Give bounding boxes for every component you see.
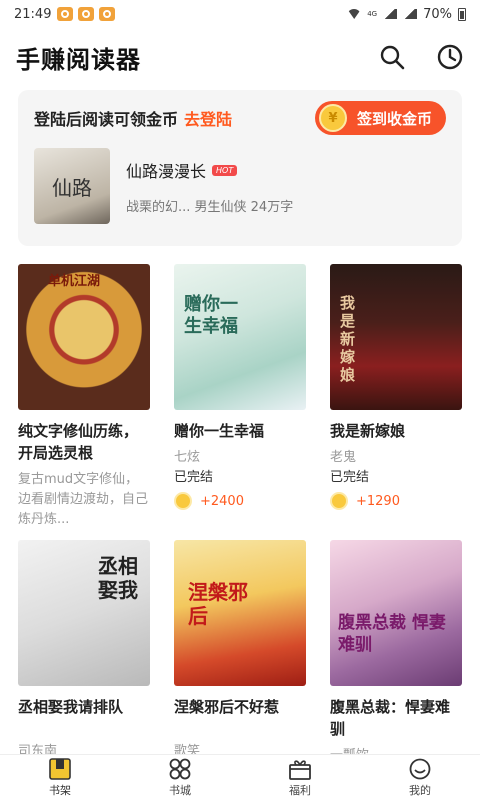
coin-icon <box>330 492 348 510</box>
recommended-title: 仙路漫漫长 <box>126 162 207 181</box>
coin-icon <box>174 492 192 510</box>
cover-text: 单机江湖 <box>48 274 101 289</box>
grid-icon <box>169 758 191 779</box>
book-card[interactable]: 腹黑总裁 悍妻难驯 腹黑总裁：悍妻难驯 一瓢饮 <box>330 540 462 766</box>
book-title: 我是新嫁娘 <box>330 422 406 440</box>
recommended-meta: 战栗的幻... 男生仙侠 24万字 <box>126 200 294 215</box>
book-card[interactable]: 我是新嫁娘 我是新嫁娘 老鬼 已完结 +1290 <box>330 264 462 510</box>
history-clock-icon[interactable] <box>436 43 464 71</box>
book-cover: 单机江湖 <box>18 264 150 410</box>
book-title: 涅槃邪后不好惹 <box>174 698 280 716</box>
book-author: 七炫 <box>174 450 201 465</box>
tab-label: 书城 <box>169 783 191 797</box>
book-cover: 仙路 <box>34 148 110 224</box>
tab-welfare[interactable]: 福利 <box>260 755 340 800</box>
cover-text: 丞相娶我 <box>98 554 138 602</box>
search-icon[interactable] <box>378 43 406 71</box>
tab-label: 书架 <box>49 783 71 797</box>
book-status: 已完结 <box>174 470 214 485</box>
cover-text: 腹黑总裁 悍妻难驯 <box>338 613 446 655</box>
book-cover: 腹黑总裁 悍妻难驯 <box>330 540 462 686</box>
book-coins: +2400 <box>174 492 306 510</box>
login-card: 登陆后阅读可领金币 去登陆 ¥ 签到收金币 仙路 仙路漫漫长 HOT 战栗的幻.… <box>18 90 462 246</box>
book-title: 腹黑总裁：悍妻难驯 <box>330 698 451 738</box>
status-bar: 21:49 4G 70% <box>0 0 480 28</box>
book-title: 赠你一生幸福 <box>174 422 265 440</box>
book-card[interactable]: 单机江湖 纯文字修仙历练，开局选灵根 复古mud文字修仙，边看剧情边渡劫，自己炼… <box>18 264 150 530</box>
cover-text: 仙路 <box>52 175 92 200</box>
cover-text: 涅槃邪后 <box>188 580 248 628</box>
hot-badge: HOT <box>212 164 238 176</box>
tab-bookshelf[interactable]: 书架 <box>20 755 100 800</box>
book-author: 老鬼 <box>330 450 357 465</box>
app-header: 手赚阅读器 <box>0 28 480 86</box>
battery-icon <box>458 7 466 21</box>
book-title: 纯文字修仙历练，开局选灵根 <box>18 422 139 462</box>
network-type: 4G <box>367 9 378 18</box>
book-title: 丞相娶我请排队 <box>18 698 124 716</box>
login-prompt: 登陆后阅读可领金币 <box>34 110 179 129</box>
app-title: 手赚阅读器 <box>16 45 141 74</box>
book-card[interactable]: 赠你一生幸福 赠你一生幸福 七炫 已完结 +2400 <box>174 264 306 510</box>
signal-icon <box>403 9 418 19</box>
tab-bookstore[interactable]: 书城 <box>140 755 220 800</box>
signal-icon <box>383 9 398 19</box>
book-cover: 我是新嫁娘 <box>330 264 462 410</box>
book-cover: 赠你一生幸福 <box>174 264 306 410</box>
book-desc: 复古mud文字修仙，边看剧情边渡劫，自己炼丹炼... <box>18 472 149 527</box>
recommended-book[interactable]: 仙路 仙路漫漫长 HOT 战栗的幻... 男生仙侠 24万字 <box>34 148 446 224</box>
bottom-tab-bar: 书架 书城 福利 我的 <box>0 754 480 800</box>
book-cover: 丞相娶我 <box>18 540 150 686</box>
tab-mine[interactable]: 我的 <box>380 755 460 800</box>
book-coins: +1290 <box>330 492 462 510</box>
signin-button-label: 签到收金币 <box>356 109 432 128</box>
tab-label: 我的 <box>409 783 431 797</box>
status-time: 21:49 <box>14 6 52 22</box>
book-card[interactable]: 涅槃邪后 涅槃邪后不好惹 歌笑 <box>174 540 306 762</box>
smile-icon <box>409 758 431 779</box>
signin-button[interactable]: ¥ 签到收金币 <box>314 101 446 135</box>
cover-text: 赠你一生幸福 <box>184 294 238 337</box>
gift-icon <box>289 759 311 780</box>
tab-label: 福利 <box>289 783 311 797</box>
coin-amount: +1290 <box>356 493 400 509</box>
bookshelf-icon <box>49 757 71 780</box>
book-card[interactable]: 丞相娶我 丞相娶我请排队 司东南 <box>18 540 150 762</box>
notification-app-icon <box>99 7 116 21</box>
coin-amount: +2400 <box>200 493 244 509</box>
book-status: 已完结 <box>330 470 370 485</box>
cover-text: 我是新嫁娘 <box>340 294 356 384</box>
wifi-icon <box>347 9 362 19</box>
book-cover: 涅槃邪后 <box>174 540 306 686</box>
notification-app-icon <box>57 7 74 21</box>
login-link[interactable]: 去登陆 <box>184 106 232 130</box>
coin-icon: ¥ <box>318 104 347 132</box>
battery-percent: 70% <box>423 6 452 22</box>
notification-app-icon <box>78 7 95 21</box>
